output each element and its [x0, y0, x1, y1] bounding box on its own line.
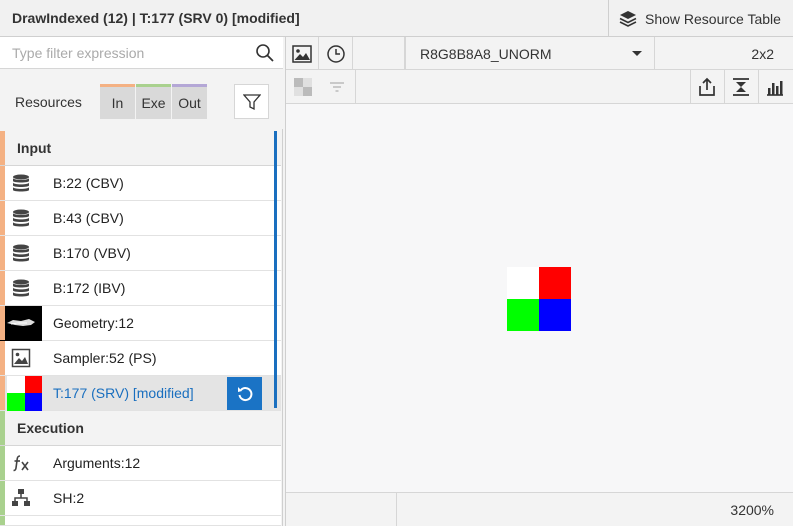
list-item[interactable]: B:170 (VBV) — [0, 236, 281, 271]
resources-label: Resources — [15, 94, 82, 110]
status-separator — [396, 493, 397, 526]
histogram-icon — [767, 80, 783, 96]
format-select[interactable]: R8G8B8A8_UNORM — [405, 37, 655, 70]
input-stripe — [0, 166, 5, 200]
list-item[interactable]: Arguments:12 — [0, 446, 281, 481]
tab-out[interactable]: Out — [172, 84, 207, 119]
resources-toolbar: Resources In Exe Out — [0, 69, 283, 129]
show-resource-table-label: Show Resource Table — [645, 10, 781, 27]
group-header-execution[interactable]: Execution — [0, 411, 281, 446]
toolbar-empty-slot — [354, 37, 405, 70]
database-icon — [13, 209, 29, 227]
checkerboard-button[interactable] — [286, 70, 319, 103]
zoom-level: 3200% — [730, 502, 774, 518]
list-item[interactable]: B:172 (IBV) — [0, 271, 281, 306]
filter-input[interactable] — [0, 37, 250, 69]
texture-viewer: R8G8B8A8_UNORM 2x2 3200% — [285, 37, 793, 526]
resource-list: Input B:22 (CBV) B:43 (CBV) B:170 (VBV) … — [0, 131, 283, 526]
export-button[interactable] — [690, 70, 723, 103]
fit-to-view-button[interactable] — [724, 70, 757, 103]
tab-exe[interactable]: Exe — [136, 84, 171, 119]
filter-bar — [0, 37, 283, 69]
execution-stripe — [0, 481, 5, 515]
texel — [507, 299, 539, 331]
checkerboard-icon — [293, 77, 312, 96]
list-item[interactable]: SH:2 — [0, 481, 281, 516]
list-item[interactable]: B:22 (CBV) — [0, 166, 281, 201]
layers-icon — [619, 10, 637, 27]
item-label: Sampler:52 (PS) — [53, 350, 157, 366]
texel — [539, 267, 571, 299]
item-label: Arguments:12 — [53, 455, 141, 471]
channel-filter-button[interactable] — [320, 70, 353, 103]
item-label: SH:2 — [53, 490, 85, 506]
input-stripe — [0, 306, 5, 340]
function-icon — [13, 455, 29, 472]
list-item-selected[interactable]: T:177 (SRV) [modified] — [0, 375, 281, 411]
image-view-button[interactable] — [286, 37, 319, 70]
histogram-button[interactable] — [758, 70, 791, 103]
item-label: B:22 (CBV) — [53, 175, 124, 191]
viewer-toolbar-top: R8G8B8A8_UNORM 2x2 — [286, 37, 793, 70]
hierarchy-icon — [12, 489, 30, 506]
input-stripe — [0, 236, 5, 270]
history-button[interactable] — [320, 37, 353, 70]
title-bar: DrawIndexed (12) | T:177 (SRV 0) [modifi… — [0, 0, 793, 37]
viewer-toolbar-bottom — [286, 70, 793, 104]
toolbar-separator — [355, 70, 356, 104]
database-icon — [13, 279, 29, 297]
image-icon — [292, 44, 312, 63]
input-stripe — [0, 131, 5, 165]
format-value: R8G8B8A8_UNORM — [420, 45, 552, 62]
item-label: T:177 (SRV) [modified] — [53, 385, 194, 401]
filter-toggle-button[interactable] — [234, 84, 269, 119]
export-icon — [699, 77, 715, 96]
texel — [507, 267, 539, 299]
texture-preview — [507, 267, 571, 331]
execution-stripe — [0, 446, 5, 480]
sampler-icon — [11, 348, 31, 368]
clock-icon — [327, 44, 345, 63]
input-stripe — [0, 341, 5, 375]
list-item[interactable]: Geometry:12 — [0, 305, 281, 341]
texture-canvas[interactable] — [286, 104, 793, 492]
execution-stripe — [0, 516, 5, 525]
tab-in[interactable]: In — [100, 84, 135, 119]
funnel-icon — [242, 93, 261, 110]
item-label: B:43 (CBV) — [53, 210, 124, 226]
group-label-execution: Execution — [17, 420, 84, 436]
list-item[interactable]: Sampler:52 (PS) — [0, 341, 281, 376]
database-icon — [13, 244, 29, 262]
list-item-partial — [0, 516, 281, 526]
viewer-status-bar: 3200% — [286, 492, 793, 526]
undo-icon — [237, 386, 252, 401]
resource-panel: Resources In Exe Out Input B:22 (CBV) B:… — [0, 37, 283, 526]
texture-thumbnail — [0, 375, 42, 411]
list-item[interactable]: B:43 (CBV) — [0, 201, 281, 236]
item-label: Geometry:12 — [53, 315, 134, 331]
chevron-down-icon — [632, 51, 642, 56]
execution-stripe — [0, 411, 5, 445]
group-header-input[interactable]: Input — [0, 131, 281, 166]
scroll-indicator[interactable] — [274, 131, 277, 408]
window-title: DrawIndexed (12) | T:177 (SRV 0) [modifi… — [12, 10, 300, 26]
texel — [539, 299, 571, 331]
item-label: B:172 (IBV) — [53, 280, 126, 296]
show-resource-table-button[interactable]: Show Resource Table — [608, 0, 793, 37]
filter-levels-icon — [329, 81, 344, 92]
input-stripe — [0, 201, 5, 235]
revert-button[interactable] — [227, 377, 262, 410]
texture-size: 2x2 — [751, 46, 774, 62]
item-label: B:170 (VBV) — [53, 245, 131, 261]
input-stripe — [0, 271, 5, 305]
fit-icon — [733, 77, 749, 96]
database-icon — [13, 174, 29, 192]
search-icon[interactable] — [255, 43, 275, 63]
geometry-thumbnail — [0, 305, 42, 341]
group-label-input: Input — [17, 140, 52, 156]
